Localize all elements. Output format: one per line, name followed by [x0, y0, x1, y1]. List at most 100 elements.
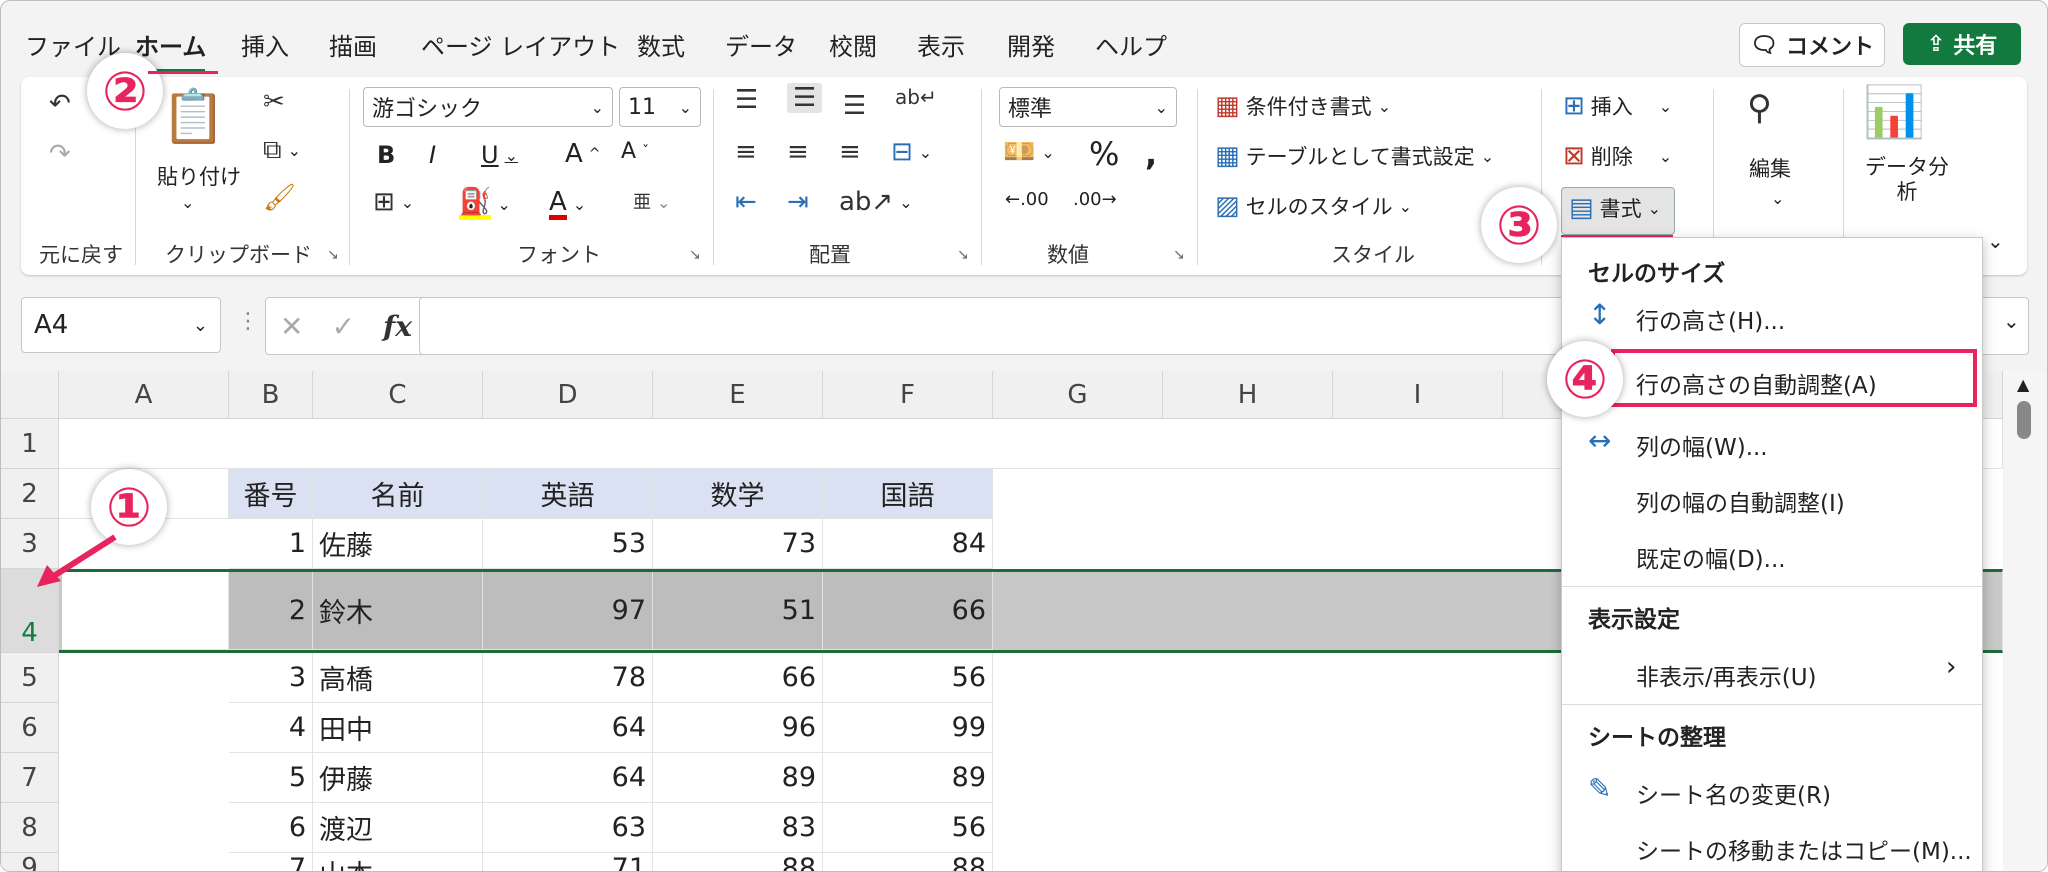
italic-button[interactable]: I — [429, 141, 436, 169]
merge-center-button[interactable]: ⊟ ⌄ — [891, 139, 932, 165]
redo-button[interactable]: ↷ — [49, 141, 71, 167]
phonetic-button[interactable]: 亜 ⌄ — [633, 193, 670, 212]
table-cell[interactable]: 2 — [229, 572, 313, 650]
table-cell[interactable]: 53 — [483, 519, 653, 569]
table-cell[interactable]: 5 — [229, 753, 313, 803]
tab-help[interactable]: ヘルプ — [1095, 27, 1167, 62]
number-launcher-icon[interactable]: ↘ — [1173, 247, 1185, 263]
tab-formulas[interactable]: 数式 — [637, 27, 685, 62]
col-header-g[interactable]: G — [993, 371, 1163, 419]
search-button[interactable]: ⚲ — [1747, 91, 1772, 125]
delete-cells-button[interactable]: ⊠ 削除 ⌄ — [1563, 141, 1672, 171]
tab-draw[interactable]: 描画 — [329, 27, 377, 62]
number-format-select[interactable]: 標準 ⌄ — [999, 87, 1177, 127]
table-cell[interactable]: 83 — [653, 803, 823, 853]
scroll-up-icon[interactable]: ▲ — [2017, 375, 2029, 394]
format-as-table-button[interactable]: ▦ テーブルとして書式設定 ⌄ — [1215, 141, 1494, 171]
bold-button[interactable]: B — [377, 141, 395, 169]
increase-decimal-button[interactable]: ←.00 — [1005, 189, 1049, 210]
vertical-scrollbar[interactable]: ▲ — [2003, 371, 2047, 871]
rename-sheet-item[interactable]: シート名の変更(R) — [1636, 776, 1831, 810]
table-cell[interactable]: 渡辺 — [313, 803, 483, 853]
ribbon-collapse-button[interactable]: ⌄ — [1987, 229, 2004, 253]
enter-icon[interactable]: ✓ — [332, 310, 355, 343]
cell-d2[interactable]: 英語 — [483, 469, 653, 519]
cancel-icon[interactable]: ✕ — [280, 310, 303, 343]
table-cell[interactable]: 64 — [483, 753, 653, 803]
decrease-decimal-button[interactable]: .00→ — [1073, 189, 1117, 210]
grow-font-button[interactable]: A ^ — [565, 139, 601, 169]
font-size-select[interactable]: 11 ⌄ — [619, 87, 701, 127]
copy-button[interactable]: ⧉ ⌄ — [263, 137, 301, 163]
comment-button[interactable]: 🗨 コメント — [1739, 23, 1885, 67]
row-header-8[interactable]: 8 — [1, 803, 59, 853]
row-header-5[interactable]: 5 — [1, 653, 59, 703]
col-header-d[interactable]: D — [483, 371, 653, 419]
table-cell[interactable]: 佐藤 — [313, 519, 483, 569]
col-header-h[interactable]: H — [1163, 371, 1333, 419]
cell-styles-button[interactable]: ▨ セルのスタイル ⌄ — [1215, 191, 1412, 221]
tab-view[interactable]: 表示 — [917, 27, 965, 62]
underline-button[interactable]: U ⌄ — [481, 141, 518, 169]
orientation-button[interactable]: ab↗ ⌄ — [839, 189, 913, 215]
tab-developer[interactable]: 開発 — [1007, 27, 1055, 62]
clipboard-launcher-icon[interactable]: ↘ — [327, 247, 339, 263]
increase-indent-button[interactable]: ⇥ — [787, 189, 809, 215]
cell-c2[interactable]: 名前 — [313, 469, 483, 519]
table-cell[interactable]: 山本 — [313, 853, 483, 871]
cell-b2[interactable]: 番号 — [229, 469, 313, 519]
cell-e2[interactable]: 数学 — [653, 469, 823, 519]
table-cell[interactable]: 7 — [229, 853, 313, 871]
table-cell[interactable]: 伊藤 — [313, 753, 483, 803]
move-copy-sheet-item[interactable]: シートの移動またはコピー(M)... — [1636, 832, 1972, 866]
decrease-indent-button[interactable]: ⇤ — [735, 189, 757, 215]
table-cell[interactable]: 田中 — [313, 703, 483, 753]
align-right-button[interactable]: ≡ — [839, 139, 861, 165]
table-cell[interactable]: 高橋 — [313, 653, 483, 703]
align-top-button[interactable]: ☰ — [735, 87, 758, 113]
table-cell[interactable]: 4 — [229, 703, 313, 753]
col-header-b[interactable]: B — [229, 371, 313, 419]
analyze-data-button[interactable]: データ分析 — [1857, 155, 1957, 205]
font-name-select[interactable]: 游ゴシック ⌄ — [363, 87, 613, 127]
table-cell[interactable]: 88 — [823, 853, 993, 871]
row-header-9[interactable]: 9 — [1, 853, 59, 871]
column-width-item[interactable]: 列の幅(W)... — [1636, 428, 1768, 462]
undo-button[interactable]: ↶ — [49, 91, 71, 117]
format-painter-button[interactable]: 🖌 — [263, 185, 296, 211]
col-header-i[interactable]: I — [1333, 371, 1503, 419]
table-cell[interactable]: 99 — [823, 703, 993, 753]
align-bottom-button[interactable]: ☰ — [843, 93, 866, 119]
align-center-button[interactable]: ≡ — [787, 139, 809, 165]
tab-review[interactable]: 校閲 — [829, 27, 877, 62]
default-width-item[interactable]: 既定の幅(D)... — [1636, 540, 1786, 574]
border-button[interactable]: ⊞ ⌄ — [373, 189, 414, 215]
tab-home[interactable]: ホーム — [135, 27, 206, 62]
conditional-format-button[interactable]: ▦ 条件付き書式 ⌄ — [1215, 91, 1391, 121]
row-header-2[interactable]: 2 — [1, 469, 59, 519]
table-cell[interactable]: 66 — [653, 653, 823, 703]
cut-button[interactable]: ✂ — [263, 89, 285, 115]
table-cell[interactable]: 3 — [229, 653, 313, 703]
table-cell[interactable]: 84 — [823, 519, 993, 569]
table-cell[interactable]: 73 — [653, 519, 823, 569]
insert-function-icon[interactable]: fx — [383, 310, 412, 343]
col-header-a[interactable]: A — [59, 371, 229, 419]
align-middle-button[interactable]: ☰ — [787, 83, 823, 113]
table-cell[interactable]: 78 — [483, 653, 653, 703]
expand-formula-icon[interactable]: ⌄ — [2003, 309, 2020, 333]
table-cell[interactable]: 89 — [823, 753, 993, 803]
hide-unhide-item[interactable]: 非表示/再表示(U) — [1636, 658, 1817, 692]
table-cell[interactable]: 71 — [483, 853, 653, 871]
editing-dropdown[interactable]: ⌄ — [1771, 189, 1784, 208]
insert-cells-button[interactable]: ⊞ 挿入 ⌄ — [1563, 91, 1672, 121]
accounting-format-button[interactable]: 💴 ⌄ — [1003, 139, 1055, 165]
paste-dropdown[interactable]: ⌄ — [181, 193, 194, 212]
col-header-e[interactable]: E — [653, 371, 823, 419]
table-cell[interactable]: 鈴木 — [313, 572, 483, 650]
table-cell[interactable]: 64 — [483, 703, 653, 753]
tab-insert[interactable]: 挿入 — [241, 27, 289, 62]
name-box[interactable]: A4 ⌄ — [21, 297, 221, 353]
table-cell[interactable]: 97 — [483, 572, 653, 650]
comma-button[interactable]: , — [1145, 135, 1157, 173]
